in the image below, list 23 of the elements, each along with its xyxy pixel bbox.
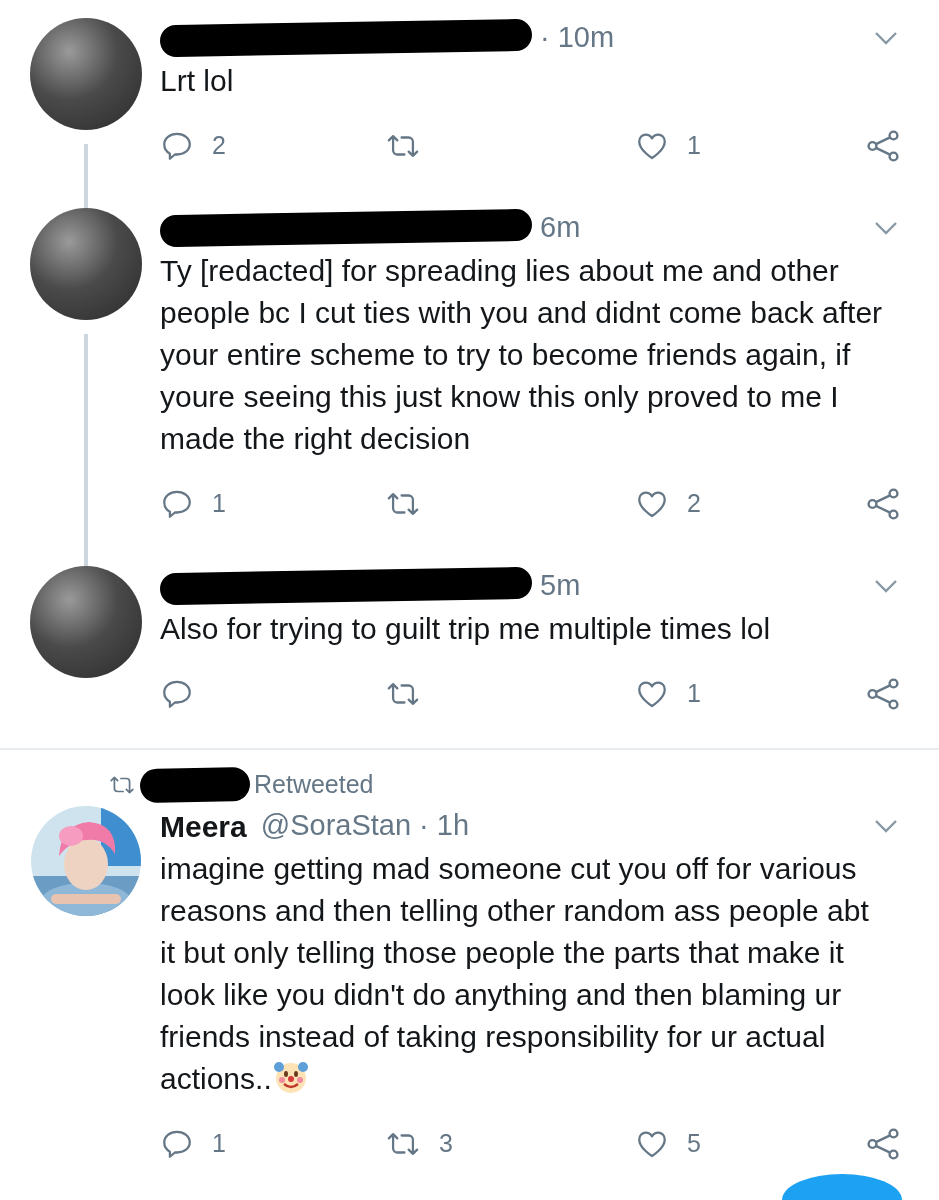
timestamp: · 1h [419, 808, 470, 844]
reply-count: 1 [212, 488, 226, 520]
retweet-count: 3 [439, 1128, 453, 1160]
author-name[interactable]: Meera [160, 803, 247, 849]
timestamp: 5m [540, 568, 581, 604]
timestamp: 6m [540, 210, 581, 246]
like-count: 1 [687, 130, 701, 162]
like-count: 2 [687, 488, 701, 520]
timestamp: · 10m [540, 20, 615, 56]
share-icon[interactable] [865, 128, 901, 164]
reply-count: 1 [212, 1128, 226, 1160]
like-count: 5 [687, 1128, 701, 1160]
tweet-text: Lrt lol [160, 63, 235, 99]
tweet-text: Ty [redacted] for spreading lies about me and other people bc I cut ties with you and didnt come back after your entire scheme to try to become friends again, if youre seeing this just know this only proved to me I made the right decision [160, 253, 884, 457]
tweet-text: imagine getting mad someone cut you off for various reasons and then telling other random ass people abt it but only telling those people the parts that make it look like you didn't do anything and then blaming ur friends instead of taking responsibility for ur actual actions.. [160, 851, 870, 1097]
share-icon[interactable] [865, 676, 901, 712]
retweeted-label: Retweeted [254, 769, 374, 801]
reply-count: 2 [212, 130, 226, 162]
tweet-text: Also for trying to guilt trip me multiple times lol [160, 611, 772, 647]
like-count: 1 [687, 678, 701, 710]
author-handle[interactable]: @SoraStan [260, 804, 412, 848]
share-icon[interactable] [865, 1126, 901, 1162]
share-icon[interactable] [865, 486, 901, 522]
